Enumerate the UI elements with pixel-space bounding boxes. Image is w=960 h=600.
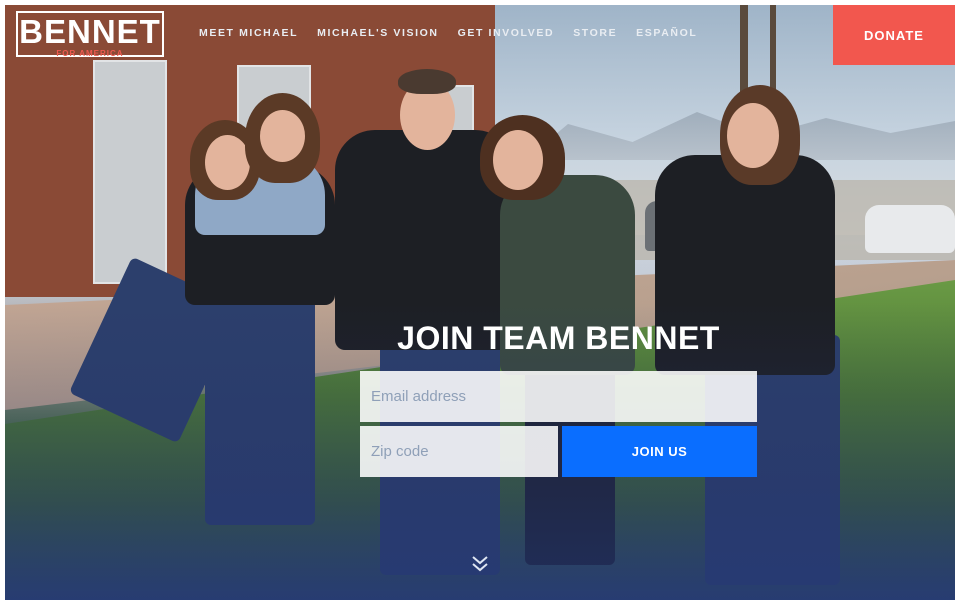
nav-item-meet-michael[interactable]: MEET MICHAEL xyxy=(199,27,298,39)
logo-wordmark: BENNET xyxy=(19,13,161,50)
page-headline: JOIN TEAM BENNET xyxy=(397,320,720,356)
nav-item-espanol[interactable]: ESPAÑOL xyxy=(636,27,697,39)
color-overlay xyxy=(5,5,955,600)
chevron-double-down-icon[interactable] xyxy=(468,553,492,575)
zip-code-field[interactable] xyxy=(360,426,558,477)
nav-item-get-involved[interactable]: GET INVOLVED xyxy=(458,27,555,39)
main-nav: MEET MICHAEL MICHAEL'S VISION GET INVOLV… xyxy=(199,27,716,39)
donate-button[interactable]: DONATE xyxy=(833,5,955,65)
nav-item-store[interactable]: STORE xyxy=(573,27,617,39)
hero-background xyxy=(5,5,955,600)
nav-item-michaels-vision[interactable]: MICHAEL'S VISION xyxy=(317,27,438,39)
join-us-button[interactable]: JOIN US xyxy=(562,426,757,477)
logo-tagline: FOR AMERICA xyxy=(56,49,124,58)
site-logo[interactable]: BENNET FOR AMERICA xyxy=(16,11,164,58)
email-field[interactable] xyxy=(360,371,757,422)
